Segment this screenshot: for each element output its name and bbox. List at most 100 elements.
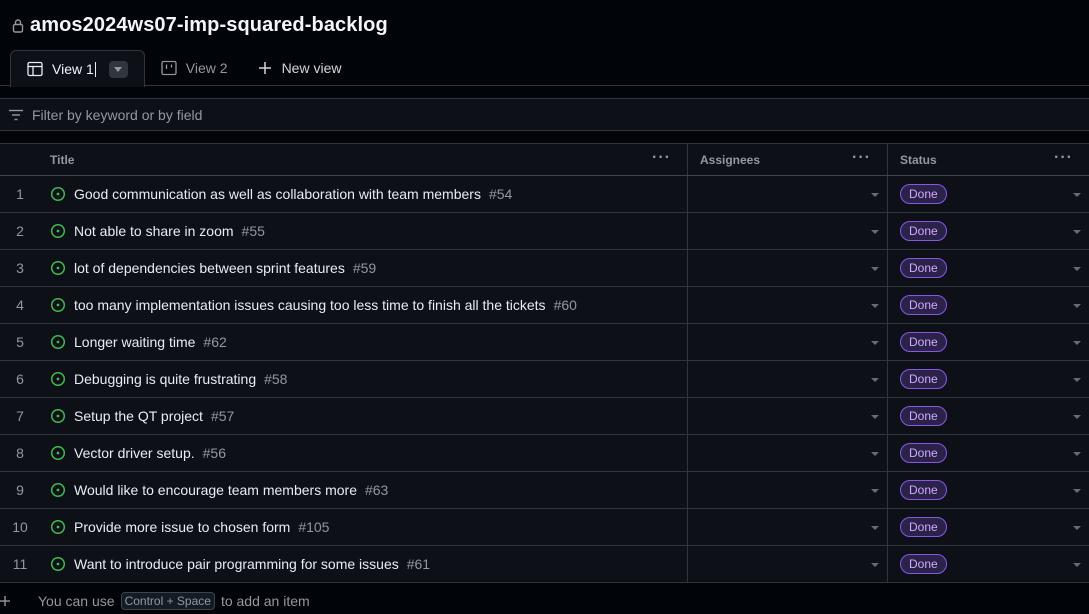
triangle-down-icon[interactable] — [1073, 304, 1081, 308]
issue-title[interactable]: Not able to share in zoom — [74, 223, 234, 239]
status-cell[interactable]: Done — [888, 546, 1089, 582]
triangle-down-icon[interactable] — [871, 304, 879, 308]
status-cell[interactable]: Done — [888, 472, 1089, 508]
title-cell[interactable]: Would like to encourage team members mor… — [40, 472, 688, 508]
issue-number[interactable]: #60 — [554, 297, 577, 313]
triangle-down-icon[interactable] — [1073, 526, 1081, 530]
issue-number[interactable]: #57 — [211, 408, 234, 424]
issue-title[interactable]: Longer waiting time — [74, 334, 195, 350]
issue-title[interactable]: too many implementation issues causing t… — [74, 297, 546, 313]
title-cell[interactable]: Longer waiting time #62 — [40, 324, 688, 360]
table-row[interactable]: 11 Want to introduce pair programming fo… — [0, 546, 1089, 583]
triangle-down-icon[interactable] — [1073, 563, 1081, 567]
triangle-down-icon[interactable] — [1073, 230, 1081, 234]
issue-title[interactable]: Good communication as well as collaborat… — [74, 186, 481, 202]
status-cell[interactable]: Done — [888, 361, 1089, 397]
issue-title[interactable]: Setup the QT project — [74, 408, 203, 424]
column-header-title[interactable]: Title ··· — [40, 144, 688, 175]
title-cell[interactable]: lot of dependencies between sprint featu… — [40, 250, 688, 286]
column-header-assignees[interactable]: Assignees ··· — [688, 144, 888, 175]
triangle-down-icon[interactable] — [1073, 378, 1081, 382]
triangle-down-icon[interactable] — [1073, 267, 1081, 271]
triangle-down-icon[interactable] — [871, 230, 879, 234]
assignees-cell[interactable] — [688, 213, 888, 249]
assignees-cell[interactable] — [688, 398, 888, 434]
issue-title[interactable]: lot of dependencies between sprint featu… — [74, 260, 345, 276]
issue-title[interactable]: Debugging is quite frustrating — [74, 371, 256, 387]
table-row[interactable]: 1 Good communication as well as collabor… — [0, 176, 1089, 213]
table-row[interactable]: 6 Debugging is quite frustrating #58 Don… — [0, 361, 1089, 398]
triangle-down-icon[interactable] — [871, 378, 879, 382]
issue-number[interactable]: #58 — [264, 371, 287, 387]
issue-number[interactable]: #56 — [203, 445, 226, 461]
tab-view-2[interactable]: View 2 — [145, 50, 244, 85]
title-cell[interactable]: Good communication as well as collaborat… — [40, 176, 688, 212]
title-cell[interactable]: Setup the QT project #57 — [40, 398, 688, 434]
triangle-down-icon[interactable] — [871, 452, 879, 456]
assignees-cell[interactable] — [688, 250, 888, 286]
triangle-down-icon[interactable] — [871, 193, 879, 197]
title-cell[interactable]: Debugging is quite frustrating #58 — [40, 361, 688, 397]
issue-title[interactable]: Want to introduce pair programming for s… — [74, 556, 399, 572]
status-cell[interactable]: Done — [888, 287, 1089, 323]
kebab-horizontal-icon[interactable]: ··· — [1054, 150, 1073, 166]
title-cell[interactable]: too many implementation issues causing t… — [40, 287, 688, 323]
triangle-down-icon[interactable] — [871, 267, 879, 271]
issue-number[interactable]: #62 — [203, 334, 226, 350]
assignees-cell[interactable] — [688, 546, 888, 582]
plus-icon[interactable] — [0, 595, 38, 606]
table-row[interactable]: 8 Vector driver setup. #56 Done — [0, 435, 1089, 472]
table-row[interactable]: 5 Longer waiting time #62 Done — [0, 324, 1089, 361]
issue-number[interactable]: #59 — [353, 260, 376, 276]
triangle-down-icon[interactable] — [1073, 415, 1081, 419]
status-cell[interactable]: Done — [888, 213, 1089, 249]
status-cell[interactable]: Done — [888, 509, 1089, 545]
table-row[interactable]: 2 Not able to share in zoom #55 Done — [0, 213, 1089, 250]
title-cell[interactable]: Provide more issue to chosen form #105 — [40, 509, 688, 545]
issue-title[interactable]: Would like to encourage team members mor… — [74, 482, 357, 498]
table-row[interactable]: 4 too many implementation issues causing… — [0, 287, 1089, 324]
triangle-down-icon[interactable] — [871, 526, 879, 530]
assignees-cell[interactable] — [688, 287, 888, 323]
triangle-down-icon[interactable] — [871, 415, 879, 419]
triangle-down-icon[interactable] — [1073, 489, 1081, 493]
issue-number[interactable]: #105 — [298, 519, 329, 535]
issue-title[interactable]: Vector driver setup. — [74, 445, 195, 461]
assignees-cell[interactable] — [688, 324, 888, 360]
status-cell[interactable]: Done — [888, 398, 1089, 434]
assignees-cell[interactable] — [688, 176, 888, 212]
table-row[interactable]: 10 Provide more issue to chosen form #10… — [0, 509, 1089, 546]
view-options-button[interactable] — [108, 60, 128, 78]
triangle-down-icon[interactable] — [871, 563, 879, 567]
triangle-down-icon[interactable] — [871, 489, 879, 493]
triangle-down-icon[interactable] — [1073, 452, 1081, 456]
issue-number[interactable]: #54 — [489, 186, 512, 202]
title-cell[interactable]: Vector driver setup. #56 — [40, 435, 688, 471]
issue-title[interactable]: Provide more issue to chosen form — [74, 519, 290, 535]
assignees-cell[interactable] — [688, 509, 888, 545]
filter-input[interactable] — [32, 106, 632, 123]
status-cell[interactable]: Done — [888, 324, 1089, 360]
issue-number[interactable]: #55 — [242, 223, 265, 239]
kebab-horizontal-icon[interactable]: ··· — [852, 150, 871, 166]
title-cell[interactable]: Want to introduce pair programming for s… — [40, 546, 688, 582]
tab-view-1[interactable]: View 1 — [10, 50, 145, 87]
issue-number[interactable]: #63 — [365, 482, 388, 498]
triangle-down-icon[interactable] — [871, 341, 879, 345]
status-cell[interactable]: Done — [888, 250, 1089, 286]
triangle-down-icon[interactable] — [1073, 341, 1081, 345]
table-row[interactable]: 7 Setup the QT project #57 Done — [0, 398, 1089, 435]
kebab-horizontal-icon[interactable]: ··· — [652, 150, 671, 166]
status-cell[interactable]: Done — [888, 435, 1089, 471]
table-row[interactable]: 3 lot of dependencies between sprint fea… — [0, 250, 1089, 287]
triangle-down-icon[interactable] — [1073, 193, 1081, 197]
assignees-cell[interactable] — [688, 472, 888, 508]
table-row[interactable]: 9 Would like to encourage team members m… — [0, 472, 1089, 509]
column-header-status[interactable]: Status ··· — [888, 144, 1089, 175]
status-cell[interactable]: Done — [888, 176, 1089, 212]
title-cell[interactable]: Not able to share in zoom #55 — [40, 213, 688, 249]
add-item-footer[interactable]: You can use Control + Space to add an it… — [0, 587, 1089, 614]
assignees-cell[interactable] — [688, 361, 888, 397]
issue-number[interactable]: #61 — [407, 556, 430, 572]
new-view-button[interactable]: New view — [244, 50, 358, 85]
